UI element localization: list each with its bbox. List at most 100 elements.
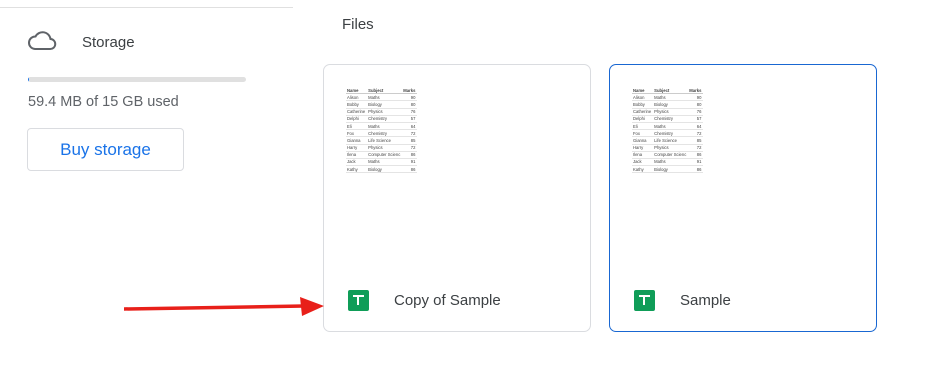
preview-cell: 86 <box>688 151 704 159</box>
preview-cell: 86 <box>402 165 418 174</box>
preview-cell: Chemistry <box>367 129 403 138</box>
preview-cell: Maths <box>367 93 403 102</box>
preview-cell: Catherine <box>346 108 368 116</box>
preview-cell: Maths <box>653 93 689 102</box>
preview-cell: Biology <box>653 165 689 174</box>
storage-label[interactable]: Storage <box>82 34 135 51</box>
preview-cell: Maths <box>653 122 689 131</box>
preview-cell: Maths <box>653 158 689 167</box>
preview-cell: Bobby <box>632 100 654 109</box>
preview-cell: 72 <box>402 129 418 138</box>
preview-table: Name Subject Marks Alison Maths 90 Bobby Biolog… <box>632 87 704 174</box>
preview-header-cell: Name <box>346 87 368 95</box>
preview-cell: 72 <box>688 129 704 138</box>
preview-cell: 80 <box>688 100 704 109</box>
preview-row: Fox Chemistry 72 <box>632 129 704 138</box>
preview-row: Harry Physics 72 <box>632 144 704 152</box>
preview-cell: Biology <box>653 100 689 109</box>
file-card-sample[interactable]: Name Subject Marks Alison Maths 90 Bobby Biolog… <box>609 64 877 332</box>
preview-cell: 64 <box>688 122 704 131</box>
preview-cell: 91 <box>402 158 418 167</box>
preview-cell: 80 <box>402 100 418 109</box>
preview-cell: Physics <box>367 144 403 152</box>
preview-cell: 85 <box>688 136 704 145</box>
preview-cell: Jack <box>346 158 368 167</box>
preview-cell: Bobby <box>346 100 368 109</box>
preview-cell: Physics <box>653 108 689 116</box>
preview-row: Jack Maths 91 <box>346 158 418 167</box>
file-thumbnail: Name Subject Marks Alison Maths 90 Bobby Biolog… <box>346 87 451 174</box>
preview-cell: Life Science <box>367 136 403 145</box>
preview-row: Kathy Biology 86 <box>346 165 418 174</box>
preview-row: Catherine Physics 76 <box>346 108 418 116</box>
preview-cell: Harry <box>632 144 654 152</box>
preview-row: Eli Maths 64 <box>346 122 418 131</box>
preview-row: Ilena Computer Scienc 86 <box>632 151 704 159</box>
storage-nav-item[interactable] <box>27 30 57 52</box>
preview-cell: Life Science <box>653 136 689 145</box>
preview-row: Kathy Biology 86 <box>632 165 704 174</box>
annotation-arrow-icon <box>124 297 324 316</box>
preview-cell: 72 <box>688 144 704 152</box>
file-name: Sample <box>680 292 731 309</box>
google-sheets-icon <box>348 290 369 311</box>
preview-cell: Computer Scienc <box>367 151 403 159</box>
preview-cell: Gianna <box>346 136 368 145</box>
preview-row: Bobby Biology 80 <box>632 100 704 109</box>
preview-header-cell: Marks <box>402 87 418 95</box>
preview-cell: 57 <box>402 115 418 123</box>
preview-cell: 76 <box>688 108 704 116</box>
preview-cell: Ilena <box>346 151 368 159</box>
preview-cell: Kathy <box>346 165 368 174</box>
preview-row: Bobby Biology 80 <box>346 100 418 109</box>
preview-cell: 90 <box>688 93 704 102</box>
preview-row: Gianna Life Science 85 <box>632 136 704 145</box>
preview-header-cell: Subject <box>653 87 689 95</box>
preview-cell: 91 <box>688 158 704 167</box>
preview-cell: Physics <box>367 108 403 116</box>
preview-cell: Kathy <box>632 165 654 174</box>
storage-quota-bar <box>28 77 246 82</box>
preview-cell: Eli <box>632 122 654 131</box>
preview-cell: Jack <box>632 158 654 167</box>
preview-cell: 64 <box>402 122 418 131</box>
preview-row: Alison Maths 90 <box>632 93 704 102</box>
storage-quota-fill <box>28 77 29 82</box>
preview-row: Harry Physics 72 <box>346 144 418 152</box>
preview-cell: Fox <box>346 129 368 138</box>
file-card-footer: Sample <box>634 290 731 311</box>
google-sheets-icon <box>634 290 655 311</box>
preview-row: Gianna Life Science 85 <box>346 136 418 145</box>
storage-quota-text: 59.4 MB of 15 GB used <box>28 94 179 110</box>
preview-cell: Gianna <box>632 136 654 145</box>
preview-cell: Catherine <box>632 108 654 116</box>
preview-cell: Delphi <box>346 115 368 123</box>
preview-header-cell: Marks <box>688 87 704 95</box>
file-thumbnail: Name Subject Marks Alison Maths 90 Bobby Biolog… <box>632 87 737 174</box>
file-card-copy-of-sample[interactable]: Name Subject Marks Alison Maths 90 Bobby Biolog… <box>323 64 591 332</box>
preview-row: Fox Chemistry 72 <box>346 129 418 138</box>
files-section-title: Files <box>342 16 374 33</box>
preview-cell: 86 <box>402 151 418 159</box>
top-divider <box>0 7 293 8</box>
preview-cell: Physics <box>653 144 689 152</box>
preview-cell: Maths <box>367 122 403 131</box>
preview-cell: Alison <box>346 93 368 102</box>
preview-row: Eli Maths 64 <box>632 122 704 131</box>
file-card-footer: Copy of Sample <box>348 290 501 311</box>
preview-table: Name Subject Marks Alison Maths 90 Bobby Biolog… <box>346 87 418 174</box>
cloud-icon <box>27 30 57 52</box>
preview-cell: 76 <box>402 108 418 116</box>
preview-header-cell: Subject <box>367 87 403 95</box>
preview-row: Ilena Computer Scienc 86 <box>346 151 418 159</box>
preview-cell: 72 <box>402 144 418 152</box>
buy-storage-button[interactable]: Buy storage <box>27 128 184 171</box>
preview-cell: Eli <box>346 122 368 131</box>
preview-cell: Ilena <box>632 151 654 159</box>
preview-cell: 85 <box>402 136 418 145</box>
preview-cell: Delphi <box>632 115 654 123</box>
preview-cell: Harry <box>346 144 368 152</box>
preview-row: Delphi Chemistry 57 <box>632 115 704 123</box>
preview-row: Jack Maths 91 <box>632 158 704 167</box>
preview-cell: 86 <box>688 165 704 174</box>
